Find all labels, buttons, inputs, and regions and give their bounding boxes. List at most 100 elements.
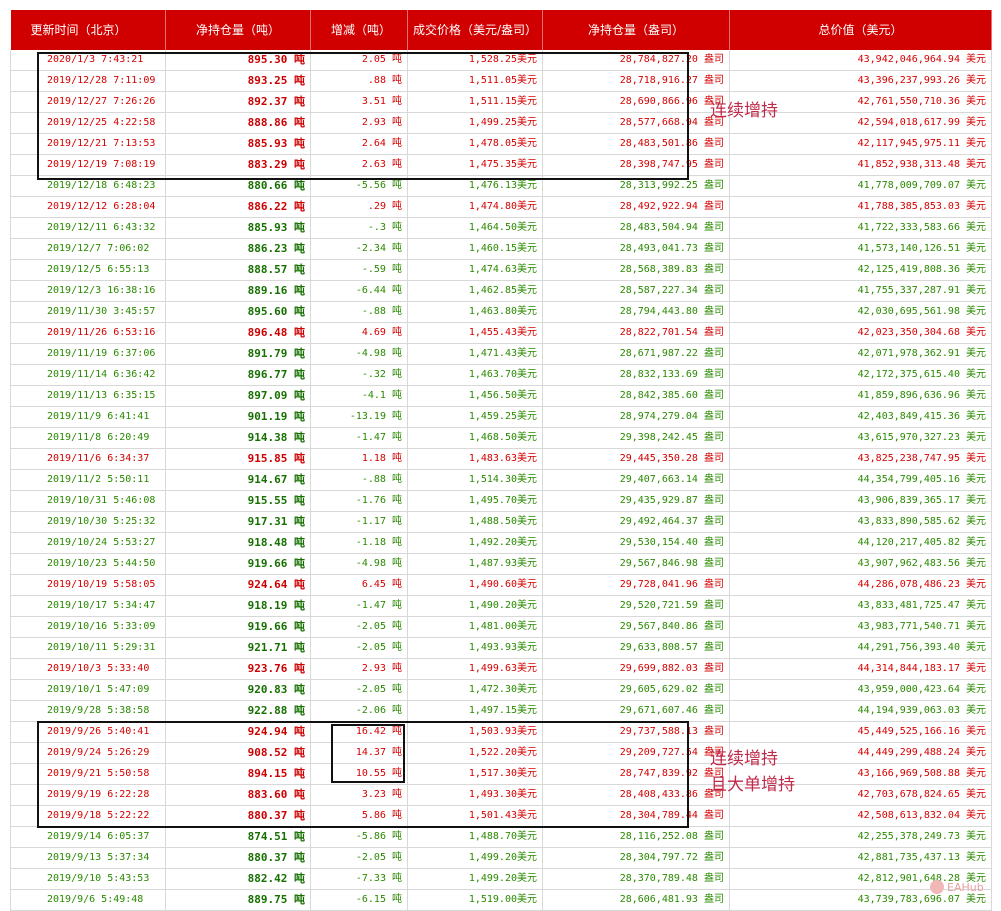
row-trade-price-cell: 1,517.30美元: [407, 763, 543, 785]
header-trade-price[interactable]: 成交价格（美元/盎司）: [407, 10, 543, 50]
row-net-holding-oz-cell: 28,483,501.86 盎司: [542, 133, 730, 155]
row-total-value: 42,172,375,615.40: [857, 369, 960, 380]
row-update-time: 2019/12/21 7:13:53: [47, 138, 156, 149]
row-net-holding-oz: 29,530,154.40: [619, 537, 698, 548]
row-price-unit: 美元: [517, 537, 537, 548]
row-update-time-cell: 2019/9/10 5:43:53: [10, 868, 166, 890]
row-ton-unit: 吨: [294, 641, 305, 654]
row-ton-unit: 吨: [294, 599, 305, 612]
row-trade-price: 1,499.20: [468, 852, 517, 863]
row-update-time-cell: 2019/9/6 5:49:48: [10, 889, 166, 911]
row-ton-unit: 吨: [294, 95, 305, 108]
header-change-ton[interactable]: 增减（吨）: [310, 10, 408, 50]
row-total-value-cell: 43,833,890,585.62 美元: [729, 511, 992, 533]
row-price-unit: 美元: [517, 726, 537, 737]
row-update-time: 2020/1/3 7:43:21: [47, 54, 144, 65]
row-net-holding-oz-cell: 29,671,607.46 盎司: [542, 700, 730, 722]
row-update-time: 2019/11/14 6:36:42: [47, 369, 156, 380]
table-row: 2019/10/19 5:58:05 924.64 吨 6.45 吨 1,490.60…: [10, 574, 992, 596]
row-oz-unit: 盎司: [704, 705, 724, 716]
row-total-value-cell: 42,172,375,615.40 美元: [729, 364, 992, 386]
row-total-unit: 美元: [966, 222, 986, 233]
header-net-holding-ton[interactable]: 净持仓量（吨）: [165, 10, 311, 50]
row-net-holding-oz: 28,370,789.48: [619, 873, 698, 884]
row-price-unit: 美元: [517, 75, 537, 86]
row-total-unit: 美元: [966, 390, 986, 401]
row-net-holding-oz-cell: 28,606,481.93 盎司: [542, 889, 730, 911]
row-net-holding-ton-cell: 893.25 吨: [165, 70, 311, 92]
row-update-time: 2019/9/6 5:49:48: [47, 894, 144, 905]
row-trade-price: 1,499.20: [468, 873, 517, 884]
row-update-time: 2019/12/5 6:55:13: [47, 264, 150, 275]
row-ton-unit: 吨: [294, 662, 305, 675]
table-header-row: 更新时间（北京） 净持仓量（吨） 增减（吨） 成交价格（美元/盎司） 净持仓量（…: [10, 10, 992, 50]
row-update-time-cell: 2019/10/3 5:33:40: [10, 658, 166, 680]
row-change-ton-cell: -1.76 吨: [310, 490, 408, 512]
row-net-holding-ton: 889.16: [247, 284, 288, 297]
row-change-ton-cell: 4.69 吨: [310, 322, 408, 344]
row-change-ton-cell: -1.47 吨: [310, 595, 408, 617]
row-total-value: 42,071,978,362.91: [857, 348, 960, 359]
row-oz-unit: 盎司: [704, 726, 724, 737]
row-total-value: 43,959,000,423.64: [857, 684, 960, 695]
row-update-time: 2019/9/10 5:43:53: [47, 873, 150, 884]
row-price-unit: 美元: [517, 327, 537, 338]
row-net-holding-oz-cell: 28,822,701.54 盎司: [542, 322, 730, 344]
row-update-time: 2019/10/31 5:46:08: [47, 495, 156, 506]
row-total-unit: 美元: [966, 537, 986, 548]
row-change-ton-cell: -6.44 吨: [310, 280, 408, 302]
row-total-value-cell: 42,030,695,561.98 美元: [729, 301, 992, 323]
row-net-holding-oz: 28,304,789.44: [619, 810, 698, 821]
row-oz-unit: 盎司: [704, 516, 724, 527]
row-ton-unit: 吨: [294, 200, 305, 213]
row-price-unit: 美元: [517, 306, 537, 317]
row-ton-unit: 吨: [294, 872, 305, 885]
row-change-unit: 吨: [392, 327, 402, 338]
row-change-ton: -2.34: [355, 243, 386, 254]
row-ton-unit: 吨: [294, 242, 305, 255]
row-oz-unit: 盎司: [704, 537, 724, 548]
row-change-ton: -1.76: [355, 495, 386, 506]
watermark: EAHub: [930, 880, 984, 894]
row-change-ton-cell: 10.55 吨: [310, 763, 408, 785]
row-net-holding-ton-cell: 923.76 吨: [165, 658, 311, 680]
row-total-value: 43,396,237,993.26: [857, 75, 960, 86]
row-change-unit: 吨: [392, 369, 402, 380]
row-net-holding-ton-cell: 888.57 吨: [165, 259, 311, 281]
row-net-holding-ton-cell: 915.85 吨: [165, 448, 311, 470]
row-net-holding-ton: 922.88: [247, 704, 288, 717]
row-net-holding-ton: 886.23: [247, 242, 288, 255]
table-row: 2019/12/21 7:13:53 885.93 吨 2.64 吨 1,478.05…: [10, 133, 992, 155]
row-total-unit: 美元: [966, 663, 986, 674]
row-change-ton-cell: -2.05 吨: [310, 637, 408, 659]
row-total-value: 43,906,839,365.17: [857, 495, 960, 506]
row-trade-price: 1,511.15: [468, 96, 517, 107]
header-net-holding-oz[interactable]: 净持仓量（盎司）: [542, 10, 730, 50]
row-update-time: 2019/10/24 5:53:27: [47, 537, 156, 548]
row-net-holding-oz: 29,567,840.86: [619, 621, 698, 632]
row-net-holding-oz: 29,567,846.98: [619, 558, 698, 569]
row-net-holding-ton: 924.94: [247, 725, 288, 738]
row-trade-price: 1,463.70: [468, 369, 517, 380]
row-net-holding-oz-cell: 29,567,846.98 盎司: [542, 553, 730, 575]
row-total-value-cell: 42,071,978,362.91 美元: [729, 343, 992, 365]
row-net-holding-oz: 29,435,929.87: [619, 495, 698, 506]
row-update-time-cell: 2019/9/28 5:38:58: [10, 700, 166, 722]
row-change-unit: 吨: [392, 621, 402, 632]
row-total-unit: 美元: [966, 621, 986, 632]
row-total-unit: 美元: [966, 558, 986, 569]
row-trade-price-cell: 1,511.05美元: [407, 70, 543, 92]
row-change-ton-cell: -4.1 吨: [310, 385, 408, 407]
row-change-ton-cell: -6.15 吨: [310, 889, 408, 911]
row-trade-price: 1,464.50: [468, 222, 517, 233]
table-row: 2019/9/13 5:37:34 880.37 吨 -2.05 吨 1,499.20…: [10, 847, 992, 869]
header-total-value[interactable]: 总价值（美元）: [729, 10, 992, 50]
row-update-time-cell: 2019/12/12 6:28:04: [10, 196, 166, 218]
row-total-value-cell: 44,194,939,063.03 美元: [729, 700, 992, 722]
table-row: 2019/10/3 5:33:40 923.76 吨 2.93 吨 1,499.63美…: [10, 658, 992, 680]
row-trade-price: 1,495.70: [468, 495, 517, 506]
row-total-value-cell: 42,881,735,437.13 美元: [729, 847, 992, 869]
header-update-time[interactable]: 更新时间（北京）: [10, 10, 166, 50]
row-net-holding-ton: 914.38: [247, 431, 288, 444]
row-change-ton-cell: 2.93 吨: [310, 658, 408, 680]
